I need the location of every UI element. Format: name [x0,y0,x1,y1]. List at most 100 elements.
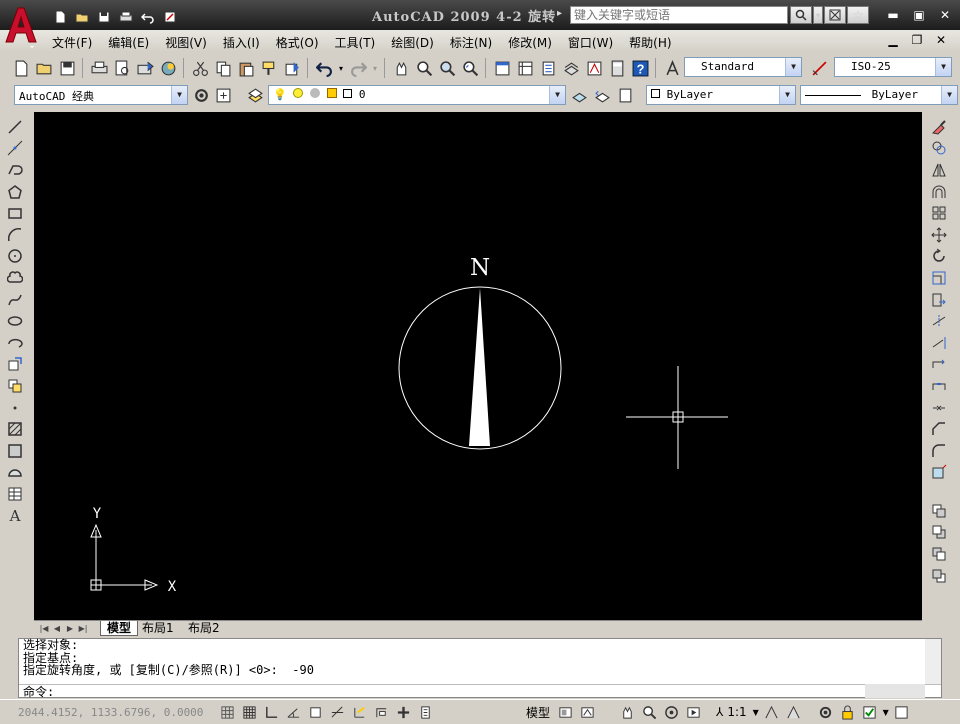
object-snap-icon[interactable] [304,702,326,722]
chevron-down-icon[interactable]: ▼ [935,58,951,76]
drawing-canvas[interactable]: N Y X [34,112,922,620]
annotation-scale-dropdown-icon[interactable]: ▼ [751,702,761,722]
dynamic-ucs-icon[interactable] [348,702,370,722]
sheet-set-manager-icon[interactable] [560,57,582,79]
bring-above-objects-icon[interactable] [928,543,950,565]
snap-mode-icon[interactable] [216,702,238,722]
text-style-select[interactable]: Standard ▼ [684,57,802,77]
plot-preview-icon[interactable] [111,57,133,79]
previous-tab-icon[interactable]: ◀ [51,623,63,635]
zoom-window-icon[interactable] [436,57,458,79]
text-style-icon[interactable] [661,57,683,79]
menu-help[interactable]: 帮助(H) [623,33,677,52]
chevron-down-icon[interactable]: ▼ [171,86,187,104]
first-tab-icon[interactable]: |◀ [38,623,50,635]
copy-object-icon[interactable] [928,138,950,160]
move-icon[interactable] [928,224,950,246]
3d-dwf-icon[interactable] [157,57,179,79]
save-icon[interactable] [56,57,78,79]
redo-icon[interactable] [347,57,369,79]
autocad-logo-icon[interactable] [4,4,38,48]
showmotion-icon[interactable] [682,702,704,722]
redo-dropdown-icon[interactable]: ▾ [370,57,380,79]
zoom-realtime-icon[interactable] [413,57,435,79]
insert-block-icon[interactable] [4,354,26,376]
open-icon[interactable] [33,57,55,79]
search-input[interactable] [570,6,788,24]
quickcalc-icon[interactable] [606,57,628,79]
linetype-select[interactable]: ByLayer ▼ [800,85,958,105]
chevron-down-icon[interactable]: ▼ [785,58,801,76]
quick-properties-icon[interactable] [414,702,436,722]
paste-icon[interactable] [235,57,257,79]
tool-palettes-icon[interactable] [537,57,559,79]
revision-cloud-icon[interactable] [4,267,26,289]
polar-tracking-icon[interactable] [282,702,304,722]
properties-icon[interactable] [491,57,513,79]
drawing-svg[interactable]: N Y X [34,112,922,620]
trim-icon[interactable] [928,310,950,332]
status-menu-icon[interactable]: ▼ [881,702,891,722]
command-prompt[interactable]: 命令: [19,684,941,699]
menu-tools[interactable]: 工具(T) [329,33,382,52]
extend-icon[interactable] [928,332,950,354]
layer-properties-icon[interactable] [244,84,266,106]
qnew-icon[interactable] [10,57,32,79]
search-icon[interactable] [790,6,812,24]
pan-icon[interactable] [390,57,412,79]
multiline-text-icon[interactable]: A [4,505,26,527]
chevron-down-icon[interactable]: ▼ [941,86,957,104]
markup-set-manager-icon[interactable] [583,57,605,79]
viewport-freeze-icon[interactable] [309,88,320,98]
point-icon[interactable] [4,397,26,419]
mirror-icon[interactable] [928,159,950,181]
sun-icon[interactable] [293,88,304,98]
bring-to-front-icon[interactable] [928,500,950,522]
tab-layout1[interactable]: 布局1 [136,621,180,636]
command-vertical-scrollbar[interactable] [925,639,941,684]
new-file-icon[interactable] [50,9,70,25]
save-icon[interactable] [94,9,114,25]
join-icon[interactable] [928,397,950,419]
annotation-scale[interactable]: 1:1 [723,705,750,719]
break-icon[interactable] [928,375,950,397]
make-block-icon[interactable] [4,375,26,397]
menu-edit[interactable]: 编辑(E) [102,33,155,52]
maximize-icon[interactable]: ▣ [908,6,930,24]
workspace-save-icon[interactable] [212,84,234,106]
zoom-previous-icon[interactable] [459,57,481,79]
model-space-toggle[interactable]: 模型 [522,704,554,721]
search-expand-arrow[interactable]: ▸ [557,8,562,19]
rotate-icon[interactable] [928,246,950,268]
zoom-status-icon[interactable] [638,702,660,722]
pan-status-icon[interactable] [616,702,638,722]
communication-center-icon[interactable] [824,6,846,24]
polyline-icon[interactable] [4,159,26,181]
workspace-select[interactable]: AutoCAD 经典 ▼ [14,85,188,105]
make-current-layer-icon[interactable] [568,84,590,106]
menu-file[interactable]: 文件(F) [46,33,98,52]
undo-icon[interactable] [138,9,158,25]
menu-modify[interactable]: 修改(M) [502,33,558,52]
minimize-icon[interactable]: ▬ [882,6,904,24]
menu-insert[interactable]: 插入(I) [217,33,266,52]
undo-icon[interactable] [313,57,335,79]
lineweight-icon[interactable] [392,702,414,722]
object-snap-tracking-icon[interactable] [326,702,348,722]
color-select[interactable]: ByLayer ▼ [646,85,796,105]
close-icon[interactable]: ✕ [934,6,956,24]
dropdown-arrow-icon[interactable]: ▾ [813,6,823,24]
tab-layout2[interactable]: 布局2 [182,621,226,636]
stretch-icon[interactable] [928,289,950,311]
coordinate-display[interactable]: 2044.4152, 1133.6796, 0.0000 [18,706,203,719]
lightbulb-icon[interactable]: 💡 [273,88,287,101]
send-to-back-icon[interactable] [928,522,950,544]
last-tab-icon[interactable]: ▶| [77,623,89,635]
layer-select[interactable]: 💡 0 ▼ [268,85,566,105]
plot-icon[interactable] [88,57,110,79]
undo-dropdown-icon[interactable]: ▾ [336,57,346,79]
layer-states-icon[interactable] [614,84,636,106]
print-icon[interactable] [116,9,136,25]
offset-icon[interactable] [928,181,950,203]
fillet-icon[interactable] [928,440,950,462]
